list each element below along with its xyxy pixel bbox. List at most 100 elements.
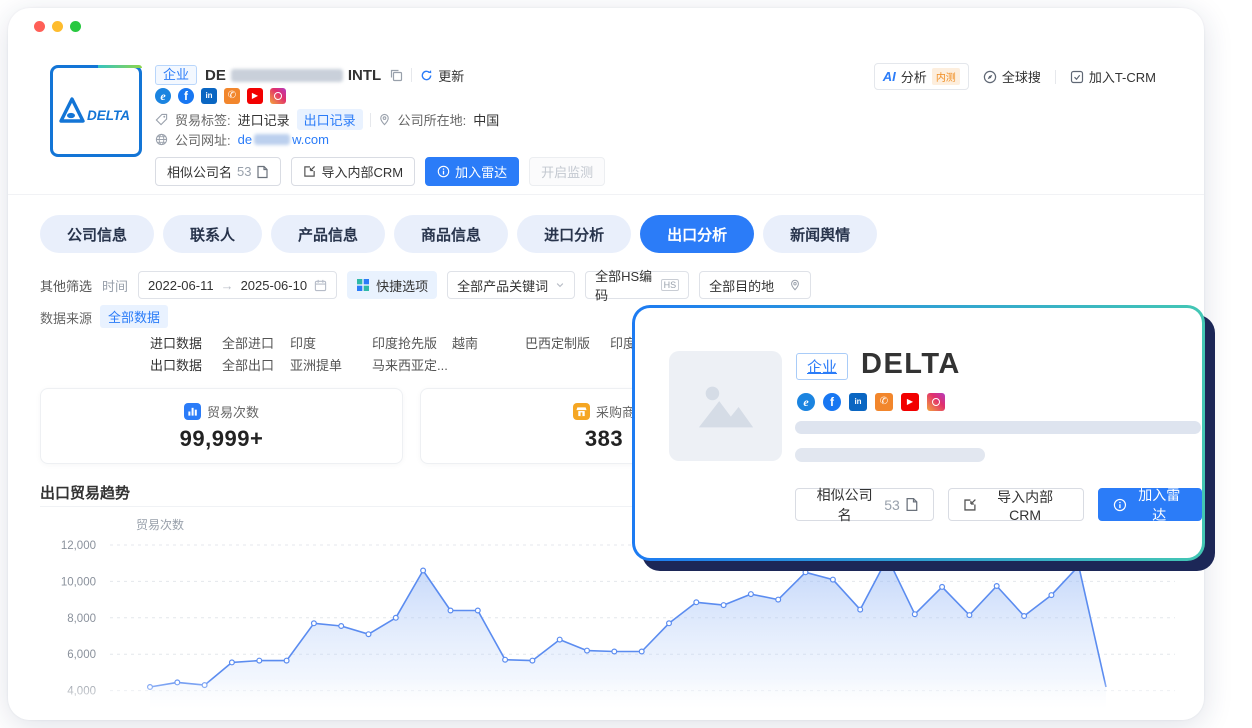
stat-label: 贸易次数 <box>207 402 259 421</box>
grid-icon <box>356 278 370 292</box>
other-filters-label[interactable]: 其他筛选 <box>40 276 92 295</box>
location-pin-icon <box>789 279 801 291</box>
facebook-icon[interactable]: f <box>823 393 841 411</box>
tag-export-records[interactable]: 出口记录 <box>297 109 363 130</box>
social-links-row: efin ✆ ▶ <box>155 88 286 104</box>
company-logo: DELTA <box>50 65 142 157</box>
chart-section-title: 出口贸易趋势 <box>40 482 130 503</box>
facebook-icon[interactable]: f <box>178 88 194 104</box>
popup-type-badge: 企业 <box>796 353 848 380</box>
product-keyword-select[interactable]: 全部产品关键词 <box>447 271 575 299</box>
tab[interactable]: 新闻舆情 <box>763 215 877 253</box>
data-source-option[interactable]: 印度 <box>290 333 316 352</box>
tcrm-icon <box>1070 70 1084 84</box>
divider <box>370 113 371 127</box>
tab[interactable]: 出口分析 <box>640 215 754 253</box>
delta-logo-icon: DELTA <box>59 96 133 126</box>
hs-icon: HS <box>661 279 680 291</box>
popup-button-row: 相似公司名 53 导入内部CRM 加入雷达 <box>795 488 1202 521</box>
data-source-option[interactable]: 马来西亚定... <box>372 355 448 374</box>
header-actions: AI 分析 内测 全球搜 加入T-CRM <box>874 63 1156 90</box>
logo-accent-bar <box>98 65 142 68</box>
quick-options-button[interactable]: 快捷选项 <box>347 271 437 299</box>
youtube-icon[interactable]: ▶ <box>247 88 263 104</box>
phone-icon[interactable]: ✆ <box>875 393 893 411</box>
data-source-category: 进口数据 <box>150 333 202 352</box>
import-crm-button[interactable]: 导入内部CRM <box>291 157 415 186</box>
destination-select[interactable]: 全部目的地 <box>699 271 811 299</box>
data-source-option[interactable]: 全部进口 <box>222 333 274 352</box>
import-crm-button[interactable]: 导入内部CRM <box>948 488 1084 521</box>
internet-explorer-icon[interactable]: e <box>797 393 815 411</box>
header-divider <box>8 194 1204 195</box>
stat-card-trade-count: 贸易次数 99,999+ <box>40 388 403 464</box>
data-source-option[interactable]: 巴西定制版 <box>525 333 590 352</box>
tag-import-records[interactable]: 进口记录 <box>238 110 290 129</box>
calendar-icon <box>314 279 327 292</box>
data-source-option[interactable]: 亚洲提单 <box>290 355 342 374</box>
start-monitor-button[interactable]: 开启监测 <box>529 157 605 186</box>
phone-icon[interactable]: ✆ <box>224 88 240 104</box>
tab[interactable]: 产品信息 <box>271 215 385 253</box>
date-range-input[interactable]: 2022-06-11 → 2025-06-10 <box>138 271 337 299</box>
bottom-fade <box>8 678 1204 720</box>
similar-companies-button[interactable]: 相似公司名 53 <box>795 488 934 521</box>
tab[interactable]: 进口分析 <box>517 215 631 253</box>
text-placeholder-bar <box>795 421 1201 434</box>
info-circle-icon <box>1113 498 1127 512</box>
svg-text:12,000: 12,000 <box>61 540 96 552</box>
internet-explorer-icon[interactable]: e <box>155 88 171 104</box>
similar-count: 53 <box>237 164 251 179</box>
company-name: DE INTL <box>205 67 381 84</box>
add-radar-button[interactable]: 加入雷达 <box>1098 488 1202 521</box>
stat-value: 383 <box>585 426 623 452</box>
mountains-icon <box>695 380 757 432</box>
tab[interactable]: 商品信息 <box>394 215 508 253</box>
data-source-category: 出口数据 <box>150 355 202 374</box>
traffic-light[interactable] <box>52 21 63 32</box>
divider <box>411 68 412 82</box>
tab[interactable]: 联系人 <box>163 215 262 253</box>
header-button-row: 相似公司名 53 导入内部CRM 加入雷达 开启监测 <box>155 157 605 186</box>
trade-tags-row: 贸易标签: 进口记录 出口记录 公司所在地: 中国 <box>155 109 499 130</box>
store-icon <box>573 403 590 420</box>
popup-social-links: efin ✆ ▶ <box>797 393 945 411</box>
data-source-option[interactable]: 印度抢先版 <box>372 333 437 352</box>
import-icon <box>963 498 977 512</box>
data-source-all[interactable]: 全部数据 <box>100 305 168 328</box>
svg-text:8,000: 8,000 <box>67 613 96 625</box>
instagram-icon[interactable] <box>927 393 945 411</box>
add-tcrm-button[interactable]: 加入T-CRM <box>1070 67 1156 86</box>
website-row: 公司网址: de w.com <box>155 130 329 149</box>
linkedin-icon[interactable]: in <box>849 393 867 411</box>
add-radar-button[interactable]: 加入雷达 <box>425 157 519 186</box>
svg-text:6,000: 6,000 <box>67 649 96 661</box>
document-icon <box>256 165 269 179</box>
tag-icon <box>155 113 168 126</box>
text-placeholder-bar <box>795 448 985 462</box>
data-source-label: 数据来源 <box>40 308 92 327</box>
hs-code-select[interactable]: 全部HS编码 HS <box>585 271 689 299</box>
ai-analysis-button[interactable]: AI 分析 内测 <box>874 63 969 90</box>
data-source-option[interactable]: 全部出口 <box>222 355 274 374</box>
traffic-light[interactable] <box>34 21 45 32</box>
company-website-link[interactable]: de w.com <box>238 132 329 147</box>
redacted-url <box>254 134 290 145</box>
similar-companies-button[interactable]: 相似公司名 53 <box>155 157 281 186</box>
copy-icon[interactable] <box>389 68 403 82</box>
company-popup-card: 企业 DELTA efin✆▶ 相似公司名 53 导入内部CRM <box>632 305 1205 561</box>
window-traffic-lights[interactable] <box>34 21 81 32</box>
refresh-button[interactable]: 更新 <box>420 66 464 85</box>
time-label: 时间 <box>102 276 128 295</box>
youtube-icon[interactable]: ▶ <box>901 393 919 411</box>
traffic-light[interactable] <box>70 21 81 32</box>
stat-value: 99,999+ <box>180 426 264 452</box>
global-search-button[interactable]: 全球搜 <box>983 67 1041 86</box>
instagram-icon[interactable] <box>270 88 286 104</box>
data-source-option[interactable]: 越南 <box>452 333 478 352</box>
linkedin-icon[interactable]: in <box>201 88 217 104</box>
svg-text:DELTA: DELTA <box>87 108 130 123</box>
image-placeholder <box>669 351 782 461</box>
company-title-row: 企业 DE INTL 更新 <box>155 65 464 85</box>
tab[interactable]: 公司信息 <box>40 215 154 253</box>
